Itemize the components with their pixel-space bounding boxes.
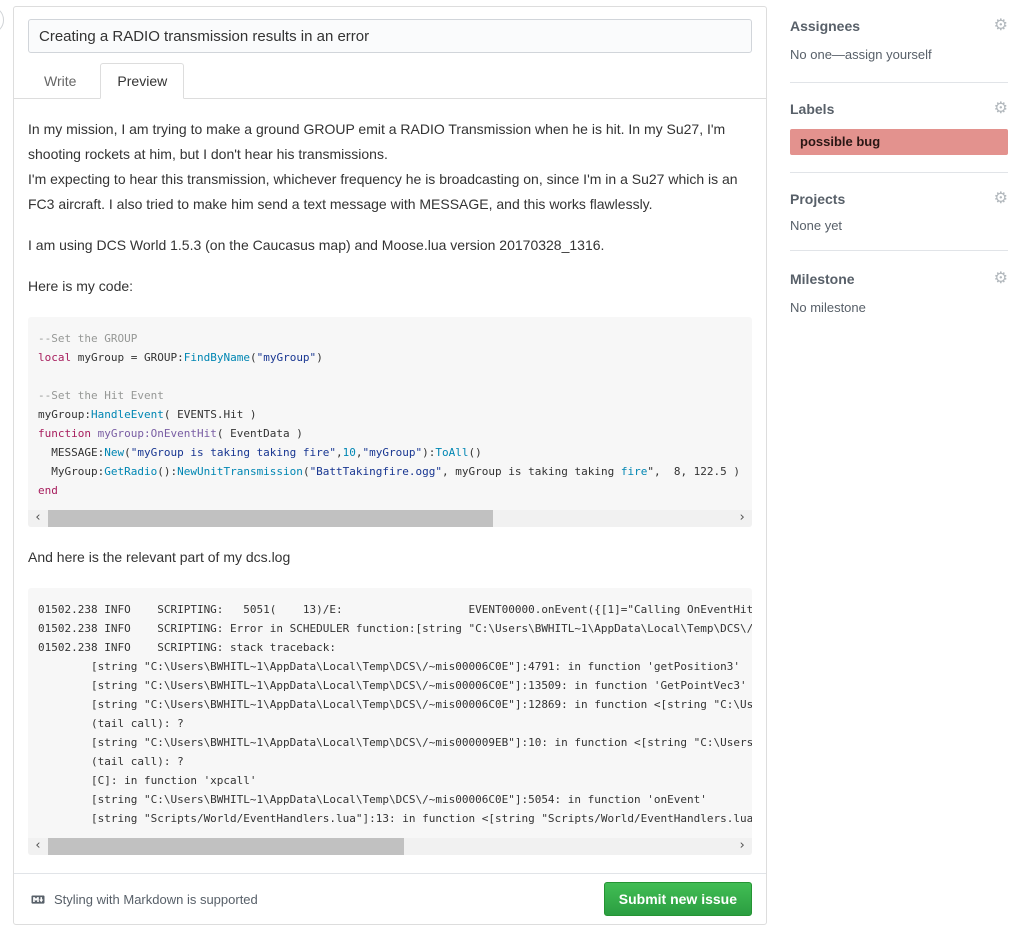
sidebar-section-labels: Labels ⚙ possible bug [790, 83, 1008, 173]
gear-icon[interactable]: ⚙ [994, 271, 1008, 287]
dcs-log-text: 01502.238 INFO SCRIPTING: 5051( 13)/E: E… [28, 588, 752, 838]
labels-heading: Labels [790, 101, 834, 117]
projects-empty-text: None yet [790, 218, 1008, 233]
code-scrollbar-thumb[interactable] [48, 510, 493, 527]
assignees-empty-text[interactable]: No one—assign yourself [790, 47, 1008, 62]
code-scrollbar-track[interactable] [48, 510, 732, 527]
composer-footer: Styling with Markdown is supported Submi… [14, 873, 766, 924]
markdown-icon [28, 893, 48, 906]
log-scrollbar-track[interactable] [48, 838, 732, 855]
scroll-left-icon[interactable]: ‹ [28, 510, 48, 527]
assignees-heading: Assignees [790, 18, 860, 34]
preview-content: In my mission, I am trying to make a gro… [14, 99, 766, 873]
label-possible-bug: possible bug [790, 129, 1008, 155]
issue-title-input[interactable] [28, 19, 752, 53]
sidebar-section-milestone: Milestone ⚙ No milestone [790, 251, 1008, 335]
gear-icon[interactable]: ⚙ [994, 101, 1008, 117]
milestone-empty-text: No milestone [790, 300, 1008, 315]
issue-body-paragraph-1: In my mission, I am trying to make a gro… [28, 117, 752, 217]
gear-icon[interactable]: ⚙ [994, 18, 1008, 34]
milestone-heading: Milestone [790, 271, 855, 287]
tab-write[interactable]: Write [28, 64, 92, 98]
lua-code: --Set the GROUPlocal myGroup = GROUP:Fin… [28, 317, 752, 510]
issue-sidebar: Assignees ⚙ No one—assign yourself Label… [790, 6, 1008, 925]
issue-compose-box: Write Preview In my mission, I am trying… [13, 6, 767, 925]
code-horizontal-scrollbar[interactable]: ‹› [28, 510, 752, 527]
scroll-right-icon[interactable]: › [732, 838, 752, 855]
issue-body-paragraph-2: I am using DCS World 1.5.3 (on the Cauca… [28, 233, 752, 258]
tab-preview[interactable]: Preview [100, 63, 184, 99]
lua-code-block: --Set the GROUPlocal myGroup = GROUP:Fin… [28, 317, 752, 527]
projects-heading: Projects [790, 191, 845, 207]
avatar [0, 6, 4, 34]
sidebar-section-assignees: Assignees ⚙ No one—assign yourself [790, 6, 1008, 83]
log-horizontal-scrollbar[interactable]: ‹› [28, 838, 752, 855]
log-scrollbar-thumb[interactable] [48, 838, 404, 855]
markdown-support-link[interactable]: Styling with Markdown is supported [28, 892, 258, 907]
gear-icon[interactable]: ⚙ [994, 191, 1008, 207]
issue-title-row [14, 7, 766, 53]
composer-tabs: Write Preview [14, 63, 766, 99]
scroll-right-icon[interactable]: › [732, 510, 752, 527]
markdown-note-text: Styling with Markdown is supported [54, 892, 258, 907]
dcs-log-block: 01502.238 INFO SCRIPTING: 5051( 13)/E: E… [28, 588, 752, 855]
new-issue-page: Write Preview In my mission, I am trying… [0, 0, 1025, 925]
issue-body-paragraph-3: Here is my code: [28, 274, 752, 299]
scroll-left-icon[interactable]: ‹ [28, 838, 48, 855]
issue-body-paragraph-4: And here is the relevant part of my dcs.… [28, 545, 752, 570]
sidebar-section-projects: Projects ⚙ None yet [790, 173, 1008, 251]
submit-new-issue-button[interactable]: Submit new issue [604, 882, 752, 916]
